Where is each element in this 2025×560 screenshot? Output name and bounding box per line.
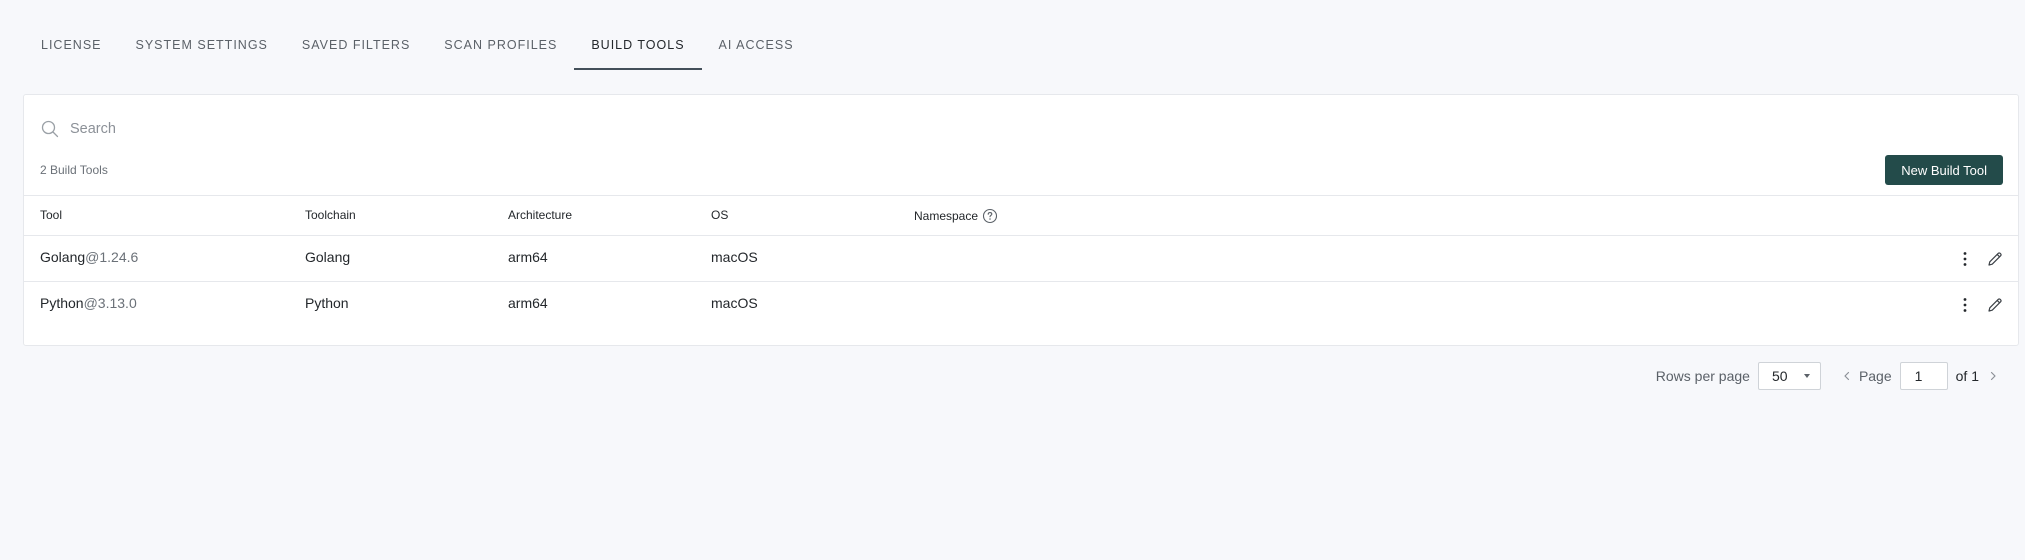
help-icon[interactable] xyxy=(982,208,998,224)
tab-saved-filters[interactable]: SAVED FILTERS xyxy=(285,28,427,70)
cell-os: macOS xyxy=(711,249,758,265)
search-icon xyxy=(40,119,60,139)
cell-architecture: arm64 xyxy=(508,249,548,265)
table-row[interactable]: Python@3.13.0 Python arm64 macOS xyxy=(24,282,2018,328)
settings-tabs: LICENSE SYSTEM SETTINGS SAVED FILTERS SC… xyxy=(24,28,811,70)
rows-per-page-label: Rows per page xyxy=(1655,368,1750,384)
tool-version: @3.13.0 xyxy=(83,295,137,311)
column-header-architecture[interactable]: Architecture xyxy=(508,208,572,222)
cell-tool: Python@3.13.0 xyxy=(40,295,137,311)
tool-name: Golang xyxy=(40,249,86,265)
cell-architecture: arm64 xyxy=(508,295,548,311)
chevron-left-icon[interactable] xyxy=(1841,369,1853,383)
more-options-icon[interactable] xyxy=(1956,250,1974,268)
chevron-right-icon[interactable] xyxy=(1987,369,1999,383)
page-label: Page xyxy=(1858,368,1892,384)
cell-os: macOS xyxy=(711,295,758,311)
page-number-input[interactable] xyxy=(1899,362,1948,390)
search-bar xyxy=(40,117,668,141)
build-tools-count: 2 Build Tools xyxy=(40,163,108,177)
tab-build-tools[interactable]: BUILD TOOLS xyxy=(574,28,702,70)
column-header-namespace[interactable]: Namespace xyxy=(914,208,998,224)
tab-license[interactable]: LICENSE xyxy=(24,28,119,70)
row-actions xyxy=(1956,296,2004,314)
build-tools-table: Tool Toolchain Architecture OS Namespace… xyxy=(24,195,2018,328)
column-header-toolchain[interactable]: Toolchain xyxy=(305,208,356,222)
tool-name: Python xyxy=(40,295,84,311)
tab-scan-profiles[interactable]: SCAN PROFILES xyxy=(427,28,574,70)
search-input[interactable] xyxy=(68,120,668,138)
cell-toolchain: Python xyxy=(305,295,349,311)
column-header-os[interactable]: OS xyxy=(711,208,728,222)
rows-per-page-value: 50 xyxy=(1771,368,1788,384)
table-header: Tool Toolchain Architecture OS Namespace xyxy=(24,195,2018,236)
tab-ai-access[interactable]: AI ACCESS xyxy=(702,28,811,70)
edit-pencil-icon[interactable] xyxy=(1986,250,2004,268)
tab-system-settings[interactable]: SYSTEM SETTINGS xyxy=(119,28,285,70)
page-total-label: of 1 xyxy=(1955,368,1979,384)
column-header-tool[interactable]: Tool xyxy=(40,208,62,222)
namespace-header-label: Namespace xyxy=(914,209,979,223)
tool-version: @1.24.6 xyxy=(85,249,139,265)
row-actions xyxy=(1956,250,2004,268)
rows-per-page-select[interactable]: 50 xyxy=(1757,362,1821,390)
caret-down-icon xyxy=(1803,374,1810,378)
cell-toolchain: Golang xyxy=(305,249,351,265)
more-options-icon[interactable] xyxy=(1956,296,1974,314)
cell-tool: Golang@1.24.6 xyxy=(40,249,138,265)
build-tools-card: 2 Build Tools New Build Tool Tool Toolch… xyxy=(23,94,2019,346)
pagination: Rows per page 50 Page of 1 xyxy=(1656,362,1999,390)
edit-pencil-icon[interactable] xyxy=(1986,296,2004,314)
new-build-tool-button[interactable]: New Build Tool xyxy=(1885,155,2003,185)
table-row[interactable]: Golang@1.24.6 Golang arm64 macOS xyxy=(24,236,2018,282)
